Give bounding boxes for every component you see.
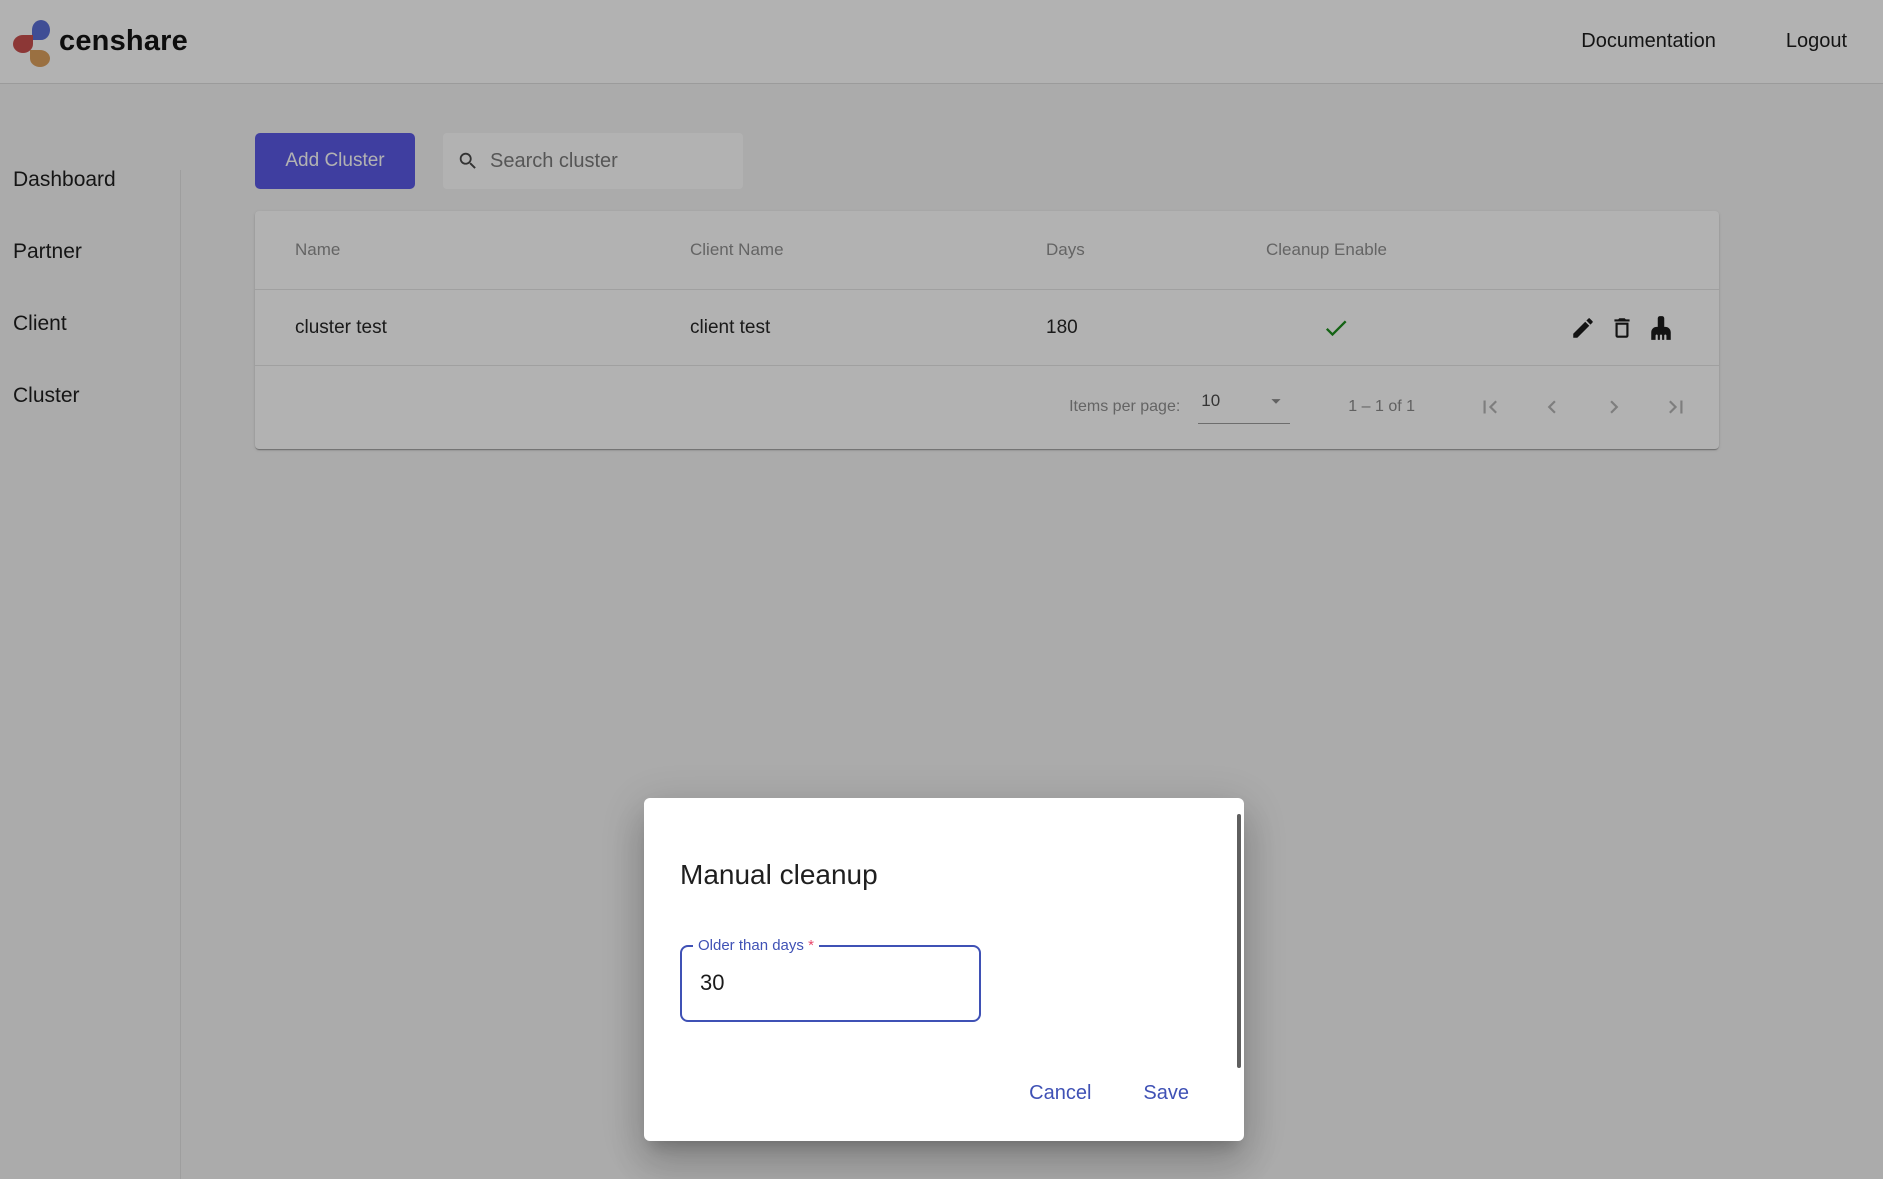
field-label-text: Older than days: [698, 937, 804, 954]
save-button[interactable]: Save: [1143, 1082, 1189, 1105]
cancel-button[interactable]: Cancel: [1029, 1082, 1091, 1105]
dialog-scrollbar-thumb[interactable]: [1237, 814, 1241, 1068]
older-than-days-input[interactable]: [698, 969, 958, 997]
required-marker: *: [808, 937, 814, 954]
older-than-days-field: Older than days *: [680, 945, 981, 1022]
dialog-actions: Cancel Save: [1029, 1082, 1189, 1105]
older-than-days-label: Older than days *: [693, 937, 819, 954]
dialog-title: Manual cleanup: [680, 859, 1208, 891]
manual-cleanup-dialog: Manual cleanup Older than days * Cancel …: [644, 798, 1244, 1141]
